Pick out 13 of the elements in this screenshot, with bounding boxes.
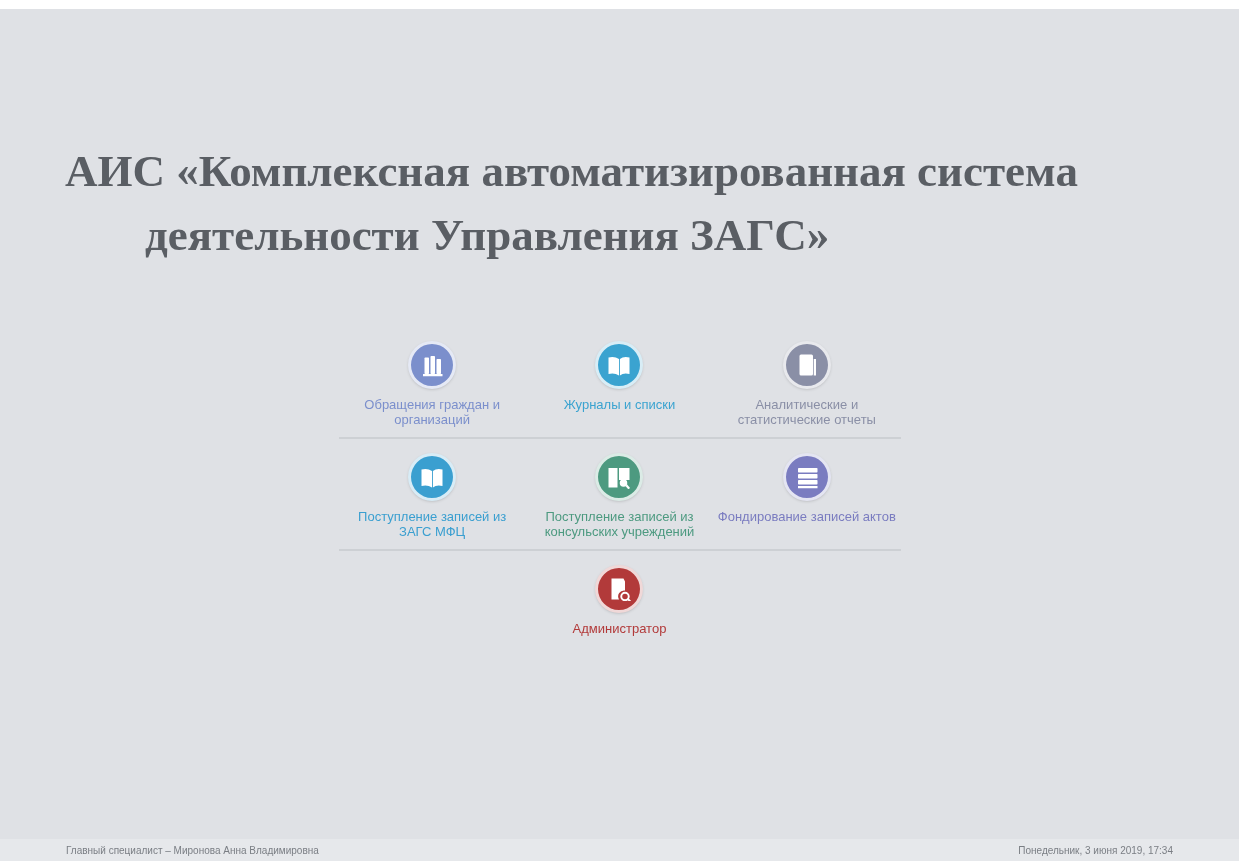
menu-link[interactable]: Обращения граждан и организаций [340,397,525,427]
date-time: Понедельник, 3 июня 2019, 17:34 [1018,843,1173,858]
menu-link[interactable]: Администратор [527,621,712,651]
menu-link[interactable]: Поступление записей из ЗАГС МФЦ [340,509,525,539]
menu-link[interactable]: Фондирование записей актов [714,509,899,539]
user-name: Главный специалист – Миронова Анна Владимировна [66,843,319,858]
menu-link[interactable]: Аналитические и статистические отчеты [714,397,899,427]
books-icon [420,353,445,377]
app-title: деятельности Управления ЗАГС» [145,210,830,260]
menu-link[interactable]: Поступление записей из консульских учреждений [527,509,712,539]
app-title: АИС «Комплексная автоматизированная система [65,146,1078,196]
menu-link[interactable]: Журналы и списки [527,397,712,427]
book-magnifier-icon [607,465,632,489]
